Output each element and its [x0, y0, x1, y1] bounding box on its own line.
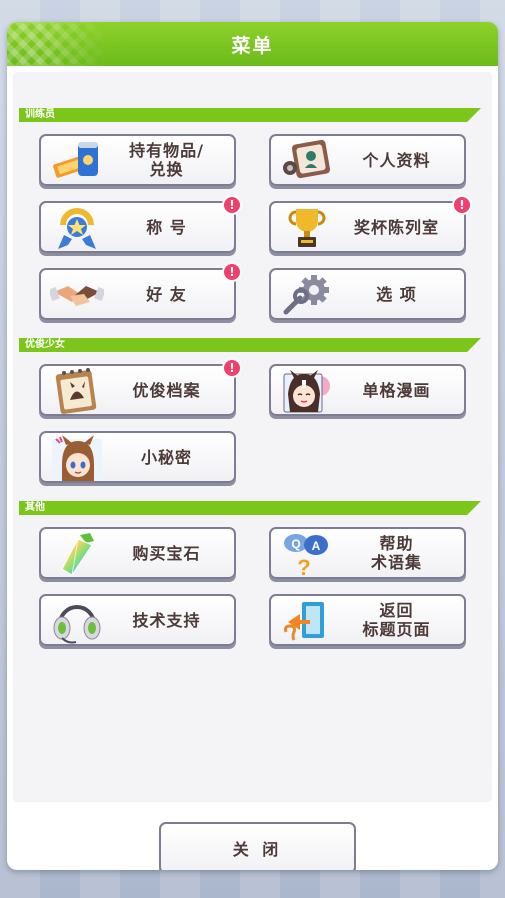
return-title-label: 返回 标题页面	[362, 601, 431, 639]
handshake-icon	[49, 272, 105, 318]
return-title-button[interactable]: 返回 标题页面	[269, 594, 466, 646]
title-button[interactable]: 称 号 !	[39, 195, 242, 253]
close-button[interactable]: 关 闭	[159, 822, 356, 870]
section-label-other: 其他	[25, 502, 45, 513]
profile-label: 个人资料	[362, 150, 431, 170]
friends-button[interactable]: 好 友 !	[39, 262, 242, 320]
help-label: 帮助 术语集	[370, 534, 422, 572]
section-header-other: 其他	[19, 501, 481, 515]
notepad-icon	[49, 368, 105, 414]
comic-label: 单格漫画	[362, 380, 431, 400]
qa-bubble-icon: Q A ?	[279, 531, 335, 577]
trophy-icon	[279, 205, 335, 251]
menu-panel: 训练员 持有物品/ 兑换 个人资料 称 号 ! 奖杯陈列室 ! 好 友 ! 选 …	[13, 72, 492, 870]
secrets-label: 小秘密	[140, 447, 192, 467]
items-exchange-button[interactable]: 持有物品/ 兑换	[39, 134, 236, 186]
header-pattern	[7, 22, 107, 66]
exit-door-icon	[279, 598, 335, 644]
title-label: 称 号	[146, 217, 187, 237]
comic-button[interactable]: 单格漫画	[269, 364, 466, 416]
profile-card-icon	[279, 138, 335, 184]
friends-label: 好 友	[146, 284, 187, 304]
gear-wrench-icon	[279, 272, 335, 318]
horseshoe-medal-icon	[49, 205, 105, 251]
options-button[interactable]: 选 项	[269, 268, 466, 320]
support-button[interactable]: 技术支持	[39, 594, 236, 646]
section-header-umamusume: 优俊少女	[19, 338, 481, 352]
headset-icon	[49, 598, 105, 644]
help-button[interactable]: Q A ? 帮助 术语集	[269, 527, 466, 579]
chibi-girl-icon	[49, 435, 105, 481]
dialog-title: 菜单	[231, 34, 274, 57]
uma-archive-button[interactable]: 优俊档案 !	[39, 358, 242, 416]
notification-badge: !	[222, 195, 242, 215]
profile-button[interactable]: 个人资料	[269, 134, 466, 186]
rainbow-gem-icon	[49, 531, 105, 577]
section-label-umamusume: 优俊少女	[25, 339, 65, 350]
support-label: 技术支持	[132, 610, 201, 630]
items-exchange-label: 持有物品/ 兑换	[129, 141, 204, 179]
chibi-comic-icon	[279, 368, 335, 414]
svg-text:A: A	[312, 539, 321, 553]
menu-dialog: 菜单 训练员 持有物品/ 兑换 个人资料 称 号 ! 奖杯陈列室 ! 好 友 !…	[7, 22, 498, 870]
uma-archive-label: 优俊档案	[132, 380, 201, 400]
notification-badge: !	[452, 195, 472, 215]
section-label-trainer: 训练员	[25, 109, 55, 120]
buy-gems-button[interactable]: 购买宝石	[39, 527, 236, 579]
dialog-header: 菜单	[7, 22, 498, 66]
buy-gems-label: 购买宝石	[132, 543, 201, 563]
options-label: 选 项	[376, 284, 417, 304]
ticket-can-icon	[49, 138, 105, 184]
trophy-room-button[interactable]: 奖杯陈列室 !	[269, 195, 472, 253]
trophy-room-label: 奖杯陈列室	[353, 217, 439, 237]
svg-text:Q: Q	[291, 537, 300, 551]
notification-badge: !	[222, 358, 242, 378]
svg-text:?: ?	[297, 555, 310, 577]
notification-badge: !	[222, 262, 242, 282]
section-header-trainer: 训练员	[19, 108, 481, 122]
secrets-button[interactable]: 小秘密	[39, 431, 236, 483]
